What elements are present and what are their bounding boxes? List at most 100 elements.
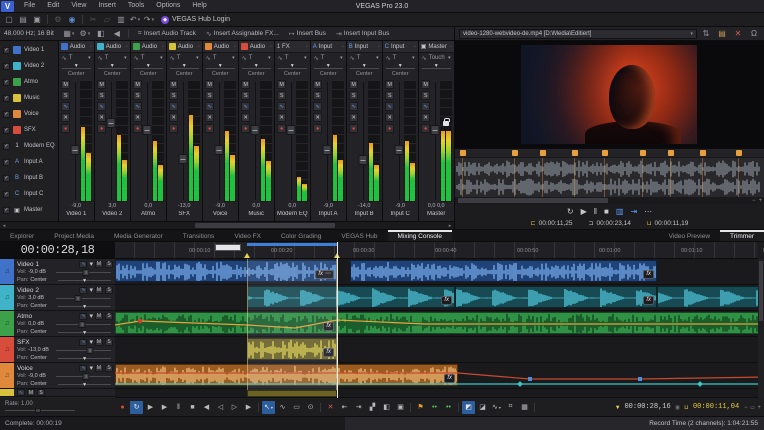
- zoom-out-button[interactable]: −: [744, 404, 748, 411]
- tab-color-grading[interactable]: Color Grading: [271, 230, 331, 241]
- stop-button[interactable]: ■: [604, 207, 609, 216]
- audio-event[interactable]: fx: [115, 312, 337, 334]
- phase-button[interactable]: ✕: [241, 113, 250, 122]
- pan-slider[interactable]: ▼: [58, 381, 111, 388]
- strip-options-icon[interactable]: ▫: [270, 44, 272, 50]
- trim-start-button[interactable]: ⇤: [338, 401, 351, 414]
- record-arm-button[interactable]: ●: [241, 124, 250, 133]
- strip-fx-chain[interactable]: ∿T▾: [347, 53, 382, 63]
- loop-region-bar[interactable]: [247, 243, 337, 246]
- audio-event[interactable]: [337, 312, 758, 334]
- strip-fx-chain[interactable]: ∿Touch▾: [419, 53, 454, 63]
- pan-handle[interactable]: ▼: [398, 63, 403, 69]
- tab-trimmer[interactable]: Trimmer: [720, 230, 764, 241]
- mute-button[interactable]: M: [95, 339, 103, 346]
- mute-button[interactable]: M: [241, 80, 250, 89]
- strip-options-icon[interactable]: ▫: [414, 44, 416, 50]
- event-pan-crop-button[interactable]: ◧: [380, 401, 393, 414]
- solo-button[interactable]: S: [313, 91, 322, 100]
- tab-project-media[interactable]: Project Media: [44, 230, 104, 241]
- checkbox[interactable]: ✓: [3, 159, 10, 166]
- pan-slider[interactable]: ▼: [206, 63, 235, 71]
- audio-event[interactable]: fx⋯: [115, 260, 337, 282]
- volume-handle[interactable]: ≡: [83, 269, 90, 276]
- trimmer-marker-icon[interactable]: [640, 150, 646, 156]
- timeline-ruler[interactable]: 00:00:1000:00:2000:00:3000:00:4000:00:50…: [115, 242, 758, 259]
- track-lane-atmo[interactable]: fx: [115, 311, 758, 337]
- automation-icon[interactable]: ∿: [385, 102, 394, 111]
- mute-button[interactable]: M: [27, 389, 35, 396]
- volume-handle[interactable]: ≡: [79, 321, 86, 328]
- volume-fader[interactable]: [252, 80, 259, 202]
- trimmer-ruler[interactable]: [455, 148, 764, 157]
- strip-options-icon[interactable]: ▫: [198, 44, 200, 50]
- envelope-node[interactable]: [697, 381, 703, 387]
- zoom-slider[interactable]: ▭: [751, 404, 755, 411]
- audio-event[interactable]: fx: [247, 286, 455, 308]
- menu-view[interactable]: View: [65, 0, 92, 12]
- scrollbar-thumb[interactable]: [458, 198, 608, 203]
- envelope-icon[interactable]: ∿: [17, 389, 25, 396]
- tab-media-generator[interactable]: Media Generator: [104, 230, 173, 241]
- snap-indicator[interactable]: ••: [428, 401, 441, 414]
- record-arm-button[interactable]: ●: [133, 124, 142, 133]
- tab-vegas-hub[interactable]: VEGAS Hub: [331, 230, 387, 241]
- trimmer-marker-icon[interactable]: [572, 150, 578, 156]
- phase-button[interactable]: ✕: [61, 113, 70, 122]
- volume-slider[interactable]: ≡: [56, 321, 111, 328]
- checkbox[interactable]: ✓: [3, 79, 10, 86]
- strip-fx-chain[interactable]: ∿T▾: [383, 53, 418, 63]
- phase-button[interactable]: ✕: [385, 113, 394, 122]
- add-to-timeline-button[interactable]: ⇥: [630, 207, 637, 216]
- insert-marker-button[interactable]: ⚑: [414, 401, 427, 414]
- pan-slider[interactable]: ▼: [58, 277, 111, 284]
- audio-event[interactable]: fx: [455, 286, 657, 308]
- strip-fx-chain[interactable]: ∿T▾: [95, 53, 130, 63]
- channel-list-item-sfx[interactable]: ✓SFX: [0, 122, 58, 138]
- volume-handle[interactable]: ≡: [87, 347, 94, 354]
- strip-fx-chain[interactable]: ∿T▾: [239, 53, 274, 63]
- pan-handle[interactable]: ▼: [82, 278, 87, 284]
- project-properties-button[interactable]: ⚙: [52, 14, 64, 26]
- pause-button[interactable]: ‖: [172, 401, 185, 414]
- lock-event-button[interactable]: ▣: [394, 401, 407, 414]
- pan-handle[interactable]: ▼: [434, 63, 439, 69]
- render-as-button[interactable]: ◉: [66, 14, 78, 26]
- auto-ripple-button[interactable]: ◪: [476, 401, 489, 414]
- tab-transitions[interactable]: Transitions: [173, 230, 225, 241]
- envelope-lock-button[interactable]: ∿▾: [490, 401, 503, 414]
- strip-options-icon[interactable]: ▫: [378, 44, 380, 50]
- timeline-vertical-scrollbar[interactable]: [758, 259, 764, 398]
- track-header-sfx[interactable]: ♫SFX∿▾MSVol:-13,0 dB≡Pan:Center▼: [0, 337, 115, 363]
- edit-cursor[interactable]: [337, 242, 338, 398]
- envelope-icon[interactable]: ∿: [79, 261, 87, 268]
- downmix-output-button[interactable]: ▦▾: [63, 28, 75, 40]
- checkbox[interactable]: ✓: [3, 127, 10, 134]
- event-fx-button[interactable]: fx: [323, 322, 334, 331]
- pan-slider[interactable]: ▼: [98, 63, 127, 71]
- volume-fader[interactable]: [432, 80, 439, 202]
- event-fx-button[interactable]: fx⋯: [315, 270, 334, 279]
- fader-handle[interactable]: [143, 125, 152, 135]
- menu-edit[interactable]: Edit: [41, 0, 65, 12]
- mute-button[interactable]: M: [95, 313, 103, 320]
- volume-handle[interactable]: ≡: [83, 373, 90, 380]
- strip-fx-chain[interactable]: ∿T▾: [59, 53, 94, 63]
- zoom-in-button[interactable]: +: [757, 404, 761, 411]
- channel-list-item-video-2[interactable]: ✓Video 2: [0, 58, 58, 74]
- pan-handle[interactable]: ▼: [326, 63, 331, 69]
- checkbox[interactable]: ✓: [3, 191, 10, 198]
- previous-frame-button[interactable]: ◁: [214, 401, 227, 414]
- pan-slider[interactable]: ▼: [58, 329, 111, 336]
- mute-button[interactable]: M: [95, 261, 103, 268]
- channel-list-item-voice[interactable]: ✓Voice: [0, 106, 58, 122]
- tab-mixing-console[interactable]: Mixing Console: [388, 230, 452, 241]
- envelope-node[interactable]: [638, 377, 642, 381]
- record-arm-button[interactable]: ●: [169, 124, 178, 133]
- solo-button[interactable]: S: [349, 91, 358, 100]
- pan-handle[interactable]: ▼: [254, 63, 259, 69]
- dim-output-button[interactable]: ◧: [95, 28, 107, 40]
- volume-fader[interactable]: [72, 80, 79, 202]
- automation-icon[interactable]: ∿: [349, 102, 358, 111]
- volume-slider[interactable]: ≡: [56, 269, 111, 276]
